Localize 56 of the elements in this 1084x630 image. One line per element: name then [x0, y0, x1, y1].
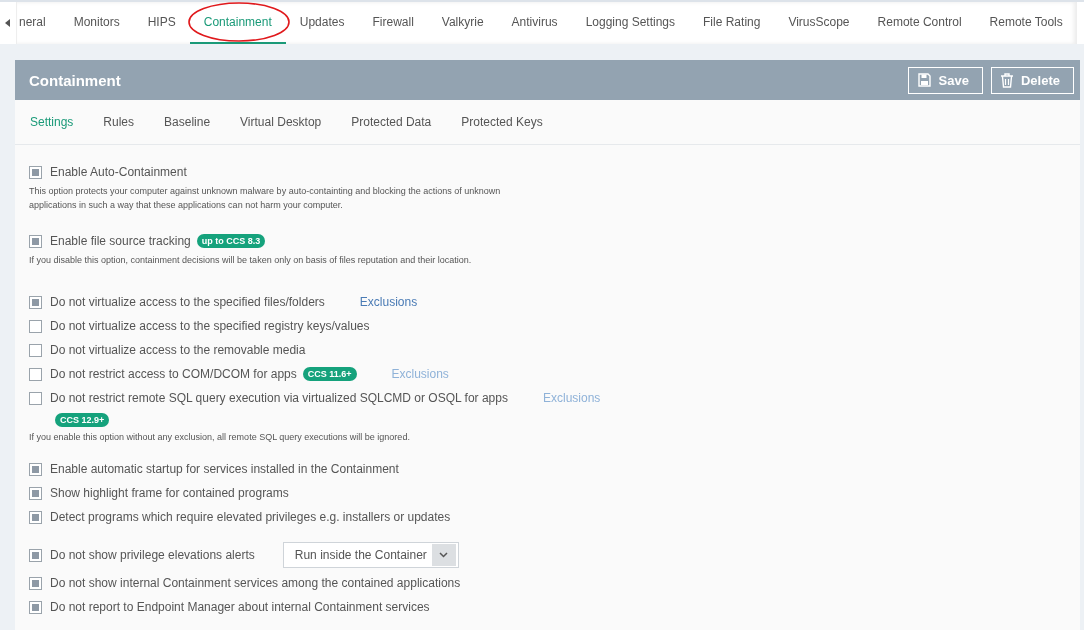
option-label: Do not show privilege elevations alerts: [50, 548, 255, 562]
exclusions-link[interactable]: Exclusions: [359, 295, 418, 309]
option-label: Do not restrict access to COM/DCOM for apps: [50, 367, 297, 381]
settings-tab[interactable]: Rules: [88, 100, 150, 144]
module-tab[interactable]: Antivirus: [497, 2, 572, 44]
option-label: Enable automatic startup for services installed in the Containment: [50, 462, 399, 476]
module-tab[interactable]: File Rating: [689, 2, 775, 44]
module-tab[interactable]: VirusScope: [774, 2, 864, 44]
option-label: Do not restrict remote SQL query execution via virtualized SQLCMD or OSQL for apps: [50, 391, 508, 405]
option-description: If you disable this option, containment decisions will be taken only on basis of files reputation and their location.: [29, 254, 473, 267]
checkbox[interactable]: [29, 319, 42, 333]
module-tab[interactable]: Firewall: [358, 2, 428, 44]
checkbox[interactable]: [29, 343, 42, 357]
settings-tab[interactable]: Baseline: [149, 100, 226, 144]
option-label: Do not virtualize access to the specified files/folders: [50, 295, 325, 309]
version-badge: CCS 11.6+: [302, 367, 357, 381]
option-label: Enable Auto-Containment: [50, 165, 187, 179]
option-label: Do not virtualize access to the specified registry keys/values: [50, 319, 370, 333]
module-tab[interactable]: HIPS: [133, 2, 190, 44]
checkbox[interactable]: [29, 486, 42, 500]
panel-title: Containment: [29, 71, 121, 89]
alert-action-dropdown[interactable]: Run inside the Container: [282, 542, 459, 568]
module-tab[interactable]: Logging Settings: [571, 2, 690, 44]
checkbox[interactable]: [29, 548, 42, 562]
checkbox[interactable]: [29, 165, 42, 179]
module-tab[interactable]: Remote Control: [863, 2, 976, 44]
scroll-left-icon[interactable]: [5, 19, 11, 27]
option-label: Do not report to Endpoint Manager about internal Containment services: [50, 600, 430, 614]
checkbox[interactable]: [29, 576, 42, 590]
settings-tab[interactable]: Settings: [15, 100, 89, 144]
checkbox[interactable]: [29, 234, 42, 248]
option-description: If you enable this option without any exclusion, all remote SQL query executions will be ignored.: [29, 431, 411, 444]
option-label: Do not show internal Containment services among the contained applications: [50, 576, 461, 590]
module-tab[interactable]: Valkyrie: [427, 2, 498, 44]
option-label: Show highlight frame for contained programs: [50, 486, 289, 500]
settings-tab[interactable]: Protected Keys: [446, 100, 558, 144]
module-tab[interactable]: Updates: [285, 2, 359, 44]
version-badge: CCS 12.9+: [55, 413, 110, 427]
module-tab[interactable]: Monitors: [59, 2, 134, 44]
checkbox[interactable]: [29, 600, 42, 614]
checkbox[interactable]: [29, 391, 42, 405]
option-label: Do not virtualize access to the removable media: [50, 343, 306, 357]
version-badge: up to CCS 8.3: [196, 234, 266, 248]
module-tab[interactable]: Remote Tools: [975, 2, 1077, 44]
checkbox[interactable]: [29, 367, 42, 381]
checkbox[interactable]: [29, 462, 42, 476]
option-description: This option protects your computer against unknown malware by auto-containting and blocking the actions of unknown applications in such a way that these applications can not harm your computer.: [29, 185, 502, 212]
module-tab[interactable]: neral: [17, 2, 60, 44]
checkbox[interactable]: [29, 510, 42, 524]
option-label: Enable file source tracking: [50, 234, 191, 248]
settings-tab[interactable]: Protected Data: [336, 100, 447, 144]
trash-icon: [1000, 72, 1013, 88]
chevron-down-icon: [439, 552, 449, 558]
option-label: Detect programs which require elevated privileges e.g. installers or updates: [50, 510, 451, 524]
checkbox[interactable]: [29, 295, 42, 309]
settings-tab[interactable]: Virtual Desktop: [225, 100, 337, 144]
